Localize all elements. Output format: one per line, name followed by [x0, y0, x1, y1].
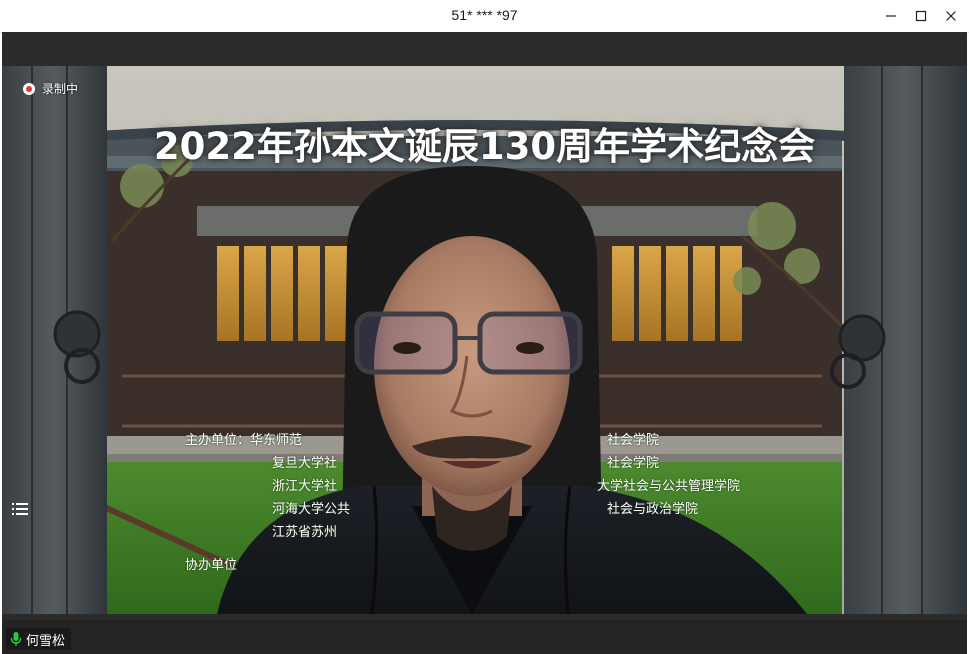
organizer-line: 浙江大学社	[272, 479, 338, 494]
participant-name-tag: 何雪松	[6, 628, 72, 650]
minimize-icon	[886, 15, 896, 17]
organizer-line: 江苏省苏州	[272, 525, 338, 540]
organizer-line: 协办单位	[185, 558, 238, 573]
list-icon	[12, 503, 28, 515]
window-titlebar: 51* *** *97	[0, 0, 969, 33]
organizer-line: 大学社会与公共管理学院	[597, 479, 741, 494]
microphone-icon	[10, 632, 22, 646]
organizer-line: 主办单位：华东师范	[185, 433, 303, 448]
organizer-line: 社会学院	[607, 433, 660, 448]
organizer-line: 河海大学公共	[272, 502, 351, 517]
minimize-button[interactable]	[880, 6, 902, 26]
recording-label: 录制中	[42, 82, 79, 96]
participant-video: 2022年孙本文诞辰130周年学术纪念会 主办单位：华东师范 复旦大学社 浙江大…	[2, 66, 967, 614]
recording-indicator: 录制中	[22, 80, 78, 97]
close-button[interactable]	[940, 6, 962, 26]
organizer-line: 复旦大学社	[272, 456, 338, 471]
recording-icon	[23, 82, 35, 95]
participant-list-toggle[interactable]	[12, 501, 28, 521]
organizer-line: 社会与政治学院	[607, 502, 699, 517]
close-icon	[946, 11, 956, 21]
organizer-line: 社会学院	[607, 456, 660, 471]
banner-title: 2022年孙本文诞辰130周年学术纪念会	[153, 125, 816, 168]
maximize-icon	[915, 10, 927, 22]
participant-name: 何雪松	[26, 633, 66, 649]
maximize-button[interactable]	[910, 6, 932, 26]
window-title: 51* *** *97	[451, 7, 518, 23]
video-stage: 2022年孙本文诞辰130周年学术纪念会 主办单位：华东师范 复旦大学社 浙江大…	[2, 32, 967, 620]
participant-bar: 何雪松	[2, 620, 967, 654]
